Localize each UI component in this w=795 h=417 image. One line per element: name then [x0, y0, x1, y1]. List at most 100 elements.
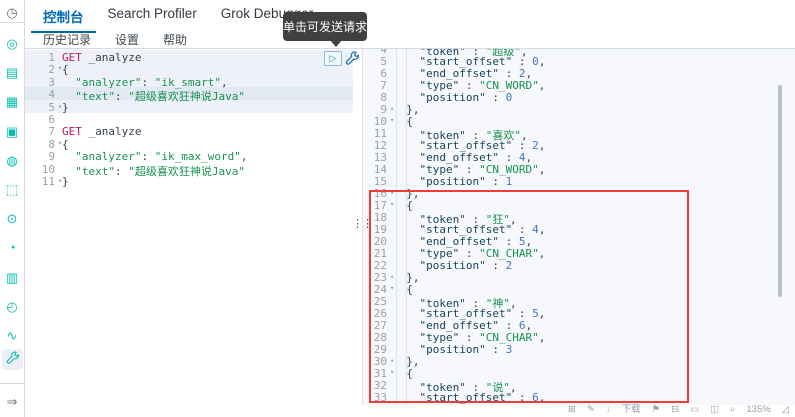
line-number: 5 [48, 100, 55, 114]
console-header: 控制台 Search Profiler Grok Debugger 历史记录 设置 帮助 [25, 0, 795, 49]
code-line: 19 "start_offset" : 4, [363, 223, 795, 236]
code-line: 18 "token" : "狂", [363, 211, 795, 226]
recent-clock-icon[interactable]: ◷ [0, 2, 24, 24]
collapse-nav-icon[interactable]: ⇒ [0, 391, 24, 413]
sidebar-item-apm[interactable]: ◴ [0, 296, 24, 318]
code-line: 24 ▾ { [363, 283, 795, 296]
code-line: 27 "end_offset" : 6, [363, 319, 795, 332]
line-number: 10 [41, 162, 55, 176]
collapse-frame-icon[interactable]: ⊟ [671, 403, 679, 417]
console-menu: 历史记录 设置 帮助 [31, 29, 199, 50]
sidebar-item-dashboard[interactable]: ▦ [0, 91, 24, 113]
zoom-level[interactable]: 135% [746, 403, 770, 417]
line-number: 8 [48, 137, 55, 151]
request-options-wrench-icon[interactable] [345, 51, 360, 66]
code-line: 8 ▾{ [25, 137, 353, 151]
line-number: 3 [48, 75, 55, 89]
sidebar-item-siem[interactable]: ∿ [0, 325, 24, 347]
code-line: 29 "position" : 3 [363, 343, 795, 356]
code-line: 13 "end_offset" : 4, [363, 151, 795, 164]
code-line: 11 ▴} [25, 175, 353, 188]
code-line: 9 ▴ }, [363, 103, 795, 116]
code-text: "analyzer": "ik_max_word", [75, 150, 248, 164]
sidebar-item-maps[interactable]: ◍ [0, 150, 24, 172]
code-line: 14 "type" : "CN_WORD", [363, 163, 795, 176]
code-line: 22 "position" : 2 [363, 259, 795, 272]
line-number: 4 [48, 88, 55, 102]
sidebar-divider [0, 22, 24, 23]
rect-icon[interactable]: ▭ [690, 403, 699, 417]
code-text: } [62, 100, 69, 114]
window-icon[interactable]: ◫ [710, 403, 719, 417]
code-line: 5 "start_offset" : 0, [363, 55, 795, 68]
code-line: 28 "type" : "CN_CHAR", [363, 331, 795, 344]
code-text: GET _analyze [62, 125, 142, 139]
code-text: "analyzer": "ik_smart", [75, 75, 228, 89]
code-line: 30 ▴ }, [363, 355, 795, 368]
line-number: 9 [48, 150, 55, 164]
sidebar-item-logs[interactable]: ▥ [0, 267, 24, 289]
response-scrollbar[interactable] [778, 85, 782, 297]
code-line: 7 GET _analyze [25, 125, 353, 139]
send-request-button[interactable]: ▷ [324, 51, 342, 66]
code-line: 32 "token" : "说", [363, 379, 795, 394]
download-arrow-icon[interactable]: ↓ [606, 403, 611, 417]
code-line: 16 ▴ }, [363, 187, 795, 200]
sidebar-item-dev-tools[interactable] [2, 349, 23, 370]
menu-item[interactable]: 设置 [103, 29, 151, 50]
resize-icon[interactable]: ◿ [782, 403, 789, 417]
line-number: 11 [41, 175, 55, 188]
sidebar-item-uptime[interactable]: ⊙ [0, 208, 24, 230]
pane-splitter-handle[interactable]: ⋮⋮ [352, 219, 373, 243]
code-line: 8 "position" : 0 [363, 91, 795, 104]
code-text: { [62, 63, 69, 77]
line-number: 6 [48, 113, 55, 126]
send-request-tooltip: 单击可发送请求 [283, 12, 367, 41]
code-line: 5 ▴} [25, 100, 353, 114]
code-text: { [62, 137, 69, 151]
code-line: 23 ▴ }, [363, 271, 795, 284]
frame-icon[interactable]: ⊞ [568, 403, 576, 417]
wrench-icon [6, 350, 19, 369]
download-label[interactable]: 下载 [622, 403, 641, 417]
code-line: 7 "type" : "CN_WORD", [363, 79, 795, 92]
code-line: 10 "text": "超级喜欢狂神说Java" [25, 162, 353, 178]
code-line: 20 "end_offset" : 5, [363, 235, 795, 248]
code-line: 17 ▾ { [363, 199, 795, 212]
screenshot-toolbar-items: ⊞ ✎ ↓ 下载 ⚑ ⊟ ▭ ◫ ⌕ 135% ◿ [568, 403, 789, 417]
menu-item[interactable]: 历史记录 [31, 29, 103, 50]
code-line: 26 "start_offset" : 5, [363, 307, 795, 320]
code-line: 3 "analyzer": "ik_smart", [25, 75, 353, 89]
request-editor[interactable]: 1 GET _analyze 2 ▾{3 "analyzer": "ik_smart"… [25, 49, 353, 417]
flag-icon[interactable]: ⚑ [652, 403, 661, 417]
line-number: 7 [48, 125, 55, 139]
code-line: 4 "text": "超级喜欢狂神说Java" [25, 88, 353, 103]
code-line: 33 "start_offset" : 6, [363, 391, 795, 404]
code-line: 6 "end_offset" : 2, [363, 67, 795, 80]
response-viewer[interactable]: 4 "token" : "超级", 5 "start_offset" : 0, 6 … [362, 49, 795, 405]
code-line: 6 [25, 113, 353, 126]
code-line: 15 "position" : 1 [363, 175, 795, 188]
pen-icon[interactable]: ✎ [587, 403, 595, 417]
sidebar-item-visualize[interactable]: ▤ [0, 62, 24, 84]
sidebar-item-machine-learning[interactable]: ⬚ [0, 179, 24, 201]
search-icon[interactable]: ⌕ [730, 403, 735, 417]
code-line: 21 "type" : "CN_CHAR", [363, 247, 795, 260]
tooltip-arrow [330, 40, 342, 47]
code-line: 2 ▾{ [25, 63, 353, 77]
sidebar-item-canvas[interactable]: ▣ [0, 121, 24, 143]
code-line: 31 ▾ { [363, 367, 795, 380]
line-number: 1 [48, 51, 55, 64]
code-text: } [62, 175, 69, 188]
sidebar-divider-bottom [0, 383, 24, 384]
code-line: 10 ▾ { [363, 115, 795, 128]
menu-item[interactable]: 帮助 [151, 29, 199, 50]
line-number: 2 [48, 63, 55, 77]
app-sidebar: ◷ ⇒ ◎ ▤ ▦ ▣ ◍ ⬚ ⊙ ◔ ▥ ◴ ∿ [0, 0, 25, 417]
screenshot-toolbar: ⊞ ✎ ↓ 下载 ⚑ ⊟ ▭ ◫ ⌕ 135% ◿ [25, 403, 795, 417]
code-line: 1 GET _analyze [25, 51, 353, 64]
code-text: GET _analyze [62, 51, 142, 64]
sidebar-item-discover[interactable]: ◎ [0, 33, 24, 55]
code-line: 12 "start_offset" : 2, [363, 139, 795, 152]
sidebar-item-metrics[interactable]: ◔ [0, 237, 24, 259]
